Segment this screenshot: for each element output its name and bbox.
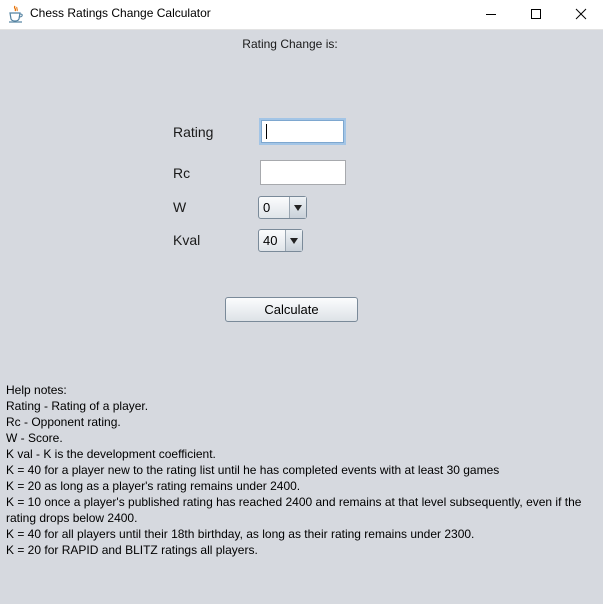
calculate-button[interactable]: Calculate: [225, 297, 358, 322]
w-label: W: [173, 199, 187, 215]
close-icon: [575, 5, 587, 24]
rating-change-label: Rating Change is:: [242, 37, 338, 51]
triangle-down-icon[interactable]: [289, 197, 306, 218]
help-line: Rating - Rating of a player.: [6, 399, 149, 413]
rating-label: Rating: [173, 124, 214, 140]
minimize-button[interactable]: [468, 0, 514, 29]
kval-label: Kval: [173, 232, 201, 248]
maximize-icon: [530, 5, 542, 24]
help-line: Rc - Opponent rating.: [6, 415, 121, 429]
help-line: K = 10 once a player's published rating …: [6, 495, 582, 525]
help-line: K = 40 for all players until their 18th …: [6, 527, 475, 541]
rating-input[interactable]: [259, 118, 346, 145]
title-bar[interactable]: Chess Ratings Change Calculator: [0, 0, 603, 30]
app-window: Chess Ratings Change Calculator Rating C…: [0, 0, 603, 604]
text-caret: [266, 124, 267, 139]
kval-selected-value: 40: [263, 233, 278, 248]
calculate-button-label: Calculate: [264, 302, 319, 317]
help-notes: Help notes: Rating - Rating of a player.…: [6, 382, 591, 558]
help-line: K = 20 as long as a player's rating rema…: [6, 479, 301, 493]
w-selected-value: 0: [263, 200, 271, 215]
kval-dropdown[interactable]: 40: [258, 229, 303, 252]
help-line: K = 40 for a player new to the rating li…: [6, 463, 500, 477]
help-line: Help notes:: [6, 383, 67, 397]
java-coffee-cup-icon: [8, 5, 24, 23]
help-line: K = 20 for RAPID and BLITZ ratings all p…: [6, 543, 258, 557]
minimize-icon: [485, 5, 497, 24]
close-button[interactable]: [558, 0, 603, 29]
maximize-button[interactable]: [513, 0, 559, 29]
window-title: Chess Ratings Change Calculator: [30, 6, 211, 20]
rating-input-focus-border: [261, 120, 344, 143]
triangle-down-icon[interactable]: [285, 230, 302, 251]
rc-input[interactable]: [260, 160, 346, 185]
rc-label: Rc: [173, 165, 191, 181]
help-line: K val - K is the development coefficient…: [6, 447, 216, 461]
help-line: W - Score.: [6, 431, 63, 445]
w-dropdown[interactable]: 0: [258, 196, 307, 219]
